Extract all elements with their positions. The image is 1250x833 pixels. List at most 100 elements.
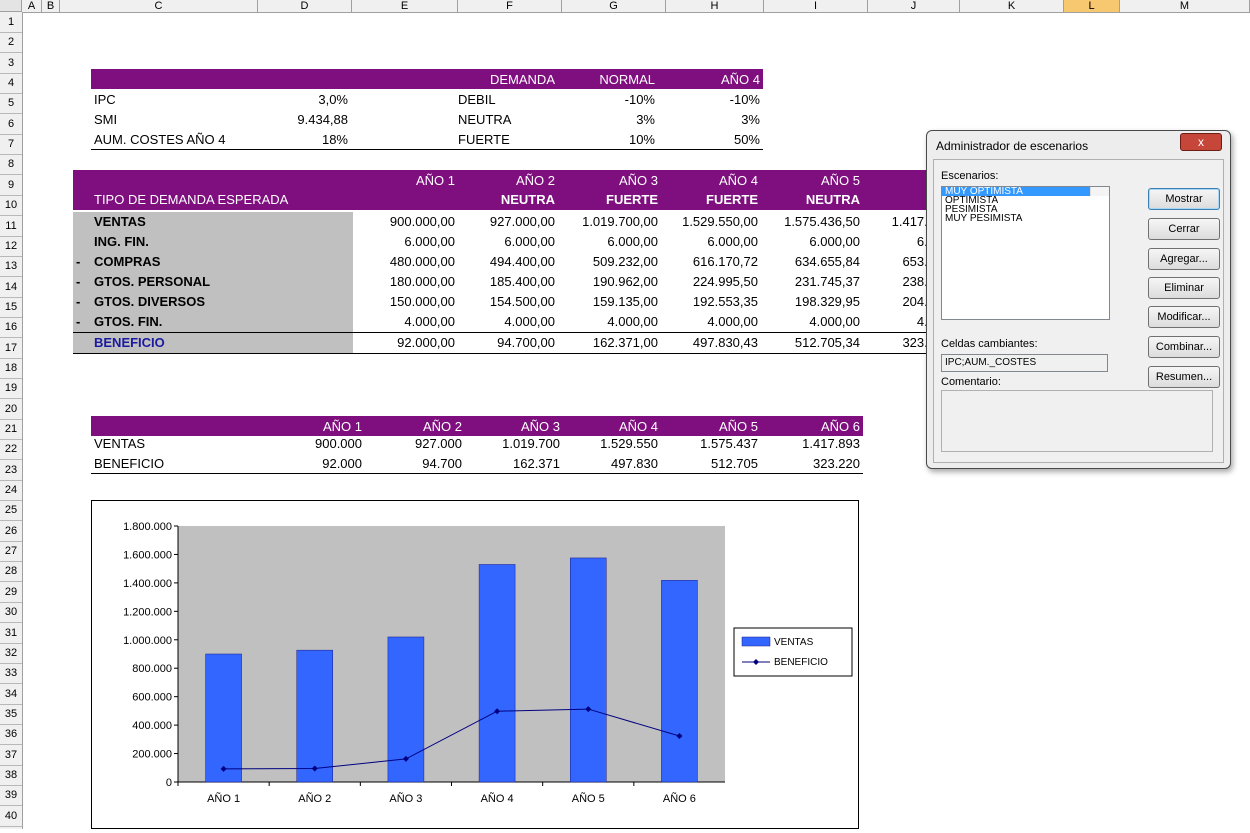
column-header[interactable]: E xyxy=(352,0,458,12)
row-header[interactable]: 37 xyxy=(0,745,22,766)
row-header[interactable]: 24 xyxy=(0,480,22,501)
row-header[interactable]: 34 xyxy=(0,684,22,705)
value-cell[interactable]: 6.0 xyxy=(835,232,935,251)
row-header[interactable]: 27 xyxy=(0,541,22,562)
summary-value[interactable]: 900.000 xyxy=(272,434,362,453)
scenario-item[interactable]: MUY PESIMISTA xyxy=(942,214,1109,224)
row-header[interactable]: 17 xyxy=(0,338,22,359)
normal-value[interactable]: -10% xyxy=(560,90,655,109)
row-header[interactable]: 7 xyxy=(0,134,22,155)
ano4-value[interactable]: 3% xyxy=(660,110,760,129)
value-cell[interactable]: 927.000,00 xyxy=(455,212,555,231)
column-header[interactable]: A xyxy=(22,0,42,12)
scenarios-listbox[interactable]: MUY OPTIMISTA OPTIMISTA PESIMISTA MUY PE… xyxy=(941,186,1110,320)
row-header[interactable]: 14 xyxy=(0,277,22,298)
value-cell[interactable]: 154.500,00 xyxy=(455,292,555,311)
row-header[interactable]: 2 xyxy=(0,32,22,53)
value-cell[interactable]: 4.000,00 xyxy=(355,312,455,331)
value-cell[interactable]: 190.962,00 xyxy=(558,272,658,291)
normal-value[interactable]: 10% xyxy=(560,130,655,149)
value-cell[interactable]: 159.135,00 xyxy=(558,292,658,311)
row-header[interactable]: 23 xyxy=(0,460,22,481)
delete-button[interactable]: Eliminar xyxy=(1148,277,1220,299)
column-header[interactable]: H xyxy=(666,0,764,12)
value-cell[interactable]: 6.000,00 xyxy=(455,232,555,251)
value-cell[interactable]: 4.0 xyxy=(835,312,935,331)
total-value[interactable]: 497.830,43 xyxy=(658,333,758,352)
value-cell[interactable]: 150.000,00 xyxy=(355,292,455,311)
row-header[interactable]: 20 xyxy=(0,399,22,420)
row-header[interactable]: 21 xyxy=(0,419,22,440)
total-value[interactable]: 162.371,00 xyxy=(558,333,658,352)
row-header[interactable]: 4 xyxy=(0,73,22,94)
value-cell[interactable]: 616.170,72 xyxy=(658,252,758,271)
summary-value[interactable]: 497.830 xyxy=(568,454,658,473)
row-header[interactable]: 26 xyxy=(0,521,22,542)
total-value[interactable]: 92.000,00 xyxy=(355,333,455,352)
row-header[interactable]: 33 xyxy=(0,663,22,684)
row-header[interactable]: 5 xyxy=(0,93,22,114)
row-header[interactable]: 8 xyxy=(0,154,22,175)
column-header[interactable]: I xyxy=(764,0,868,12)
value-cell[interactable]: 900.000,00 xyxy=(355,212,455,231)
row-header[interactable]: 16 xyxy=(0,317,22,338)
row-header[interactable]: 29 xyxy=(0,582,22,603)
row-header[interactable]: 35 xyxy=(0,704,22,725)
merge-button[interactable]: Combinar... xyxy=(1148,336,1220,358)
summary-value[interactable]: 162.371 xyxy=(470,454,560,473)
row-header[interactable]: 22 xyxy=(0,439,22,460)
listbox-scrollbar[interactable] xyxy=(1090,187,1109,196)
summary-value[interactable]: 94.700 xyxy=(372,454,462,473)
column-header[interactable]: M xyxy=(1120,0,1250,12)
show-button[interactable]: Mostrar xyxy=(1148,188,1220,210)
row-header[interactable]: 3 xyxy=(0,53,22,74)
summary-button[interactable]: Resumen... xyxy=(1148,366,1220,388)
summary-value[interactable]: 1.417.893 xyxy=(770,434,860,453)
value-cell[interactable]: 1.417.8 xyxy=(835,212,935,231)
row-header[interactable]: 36 xyxy=(0,724,22,745)
value-cell[interactable]: 238.6 xyxy=(835,272,935,291)
column-header[interactable]: G xyxy=(562,0,666,12)
column-header[interactable]: J xyxy=(868,0,960,12)
ano4-value[interactable]: 50% xyxy=(660,130,760,149)
column-header[interactable]: C xyxy=(60,0,258,12)
value-cell[interactable]: 180.000,00 xyxy=(355,272,455,291)
column-header[interactable]: K xyxy=(960,0,1064,12)
row-header[interactable]: 10 xyxy=(0,195,22,216)
summary-value[interactable]: 323.220 xyxy=(770,454,860,473)
value-cell[interactable]: 4.000,00 xyxy=(658,312,758,331)
summary-value[interactable]: 1.575.437 xyxy=(668,434,758,453)
ano4-value[interactable]: -10% xyxy=(660,90,760,109)
edit-button[interactable]: Modificar... xyxy=(1148,306,1220,328)
row-header[interactable]: 38 xyxy=(0,765,22,786)
row-header[interactable]: 1 xyxy=(0,12,22,33)
param-value[interactable]: 3,0% xyxy=(250,90,348,109)
row-header[interactable]: 18 xyxy=(0,358,22,379)
row-header[interactable]: 11 xyxy=(0,216,22,237)
row-header[interactable]: 6 xyxy=(0,114,22,135)
row-header[interactable]: 39 xyxy=(0,785,22,806)
value-cell[interactable]: 1.019.700,00 xyxy=(558,212,658,231)
column-header[interactable]: B xyxy=(42,0,60,12)
row-header[interactable]: 9 xyxy=(0,175,22,196)
total-value[interactable]: 94.700,00 xyxy=(455,333,555,352)
value-cell[interactable]: 480.000,00 xyxy=(355,252,455,271)
summary-value[interactable]: 927.000 xyxy=(372,434,462,453)
row-header[interactable]: 15 xyxy=(0,297,22,318)
normal-value[interactable]: 3% xyxy=(560,110,655,129)
row-header[interactable]: 12 xyxy=(0,236,22,257)
row-header[interactable]: 30 xyxy=(0,602,22,623)
column-header[interactable]: D xyxy=(258,0,352,12)
value-cell[interactable]: 192.553,35 xyxy=(658,292,758,311)
row-header[interactable]: 31 xyxy=(0,623,22,644)
close-icon[interactable]: x xyxy=(1180,133,1222,151)
row-header[interactable]: 40 xyxy=(0,806,22,827)
column-header[interactable]: L xyxy=(1064,0,1120,12)
value-cell[interactable]: 6.000,00 xyxy=(355,232,455,251)
value-cell[interactable]: 6.000,00 xyxy=(658,232,758,251)
chart-container[interactable]: 0 200.000 400.000 600.000 800.000 1.000.000 1.… xyxy=(91,500,859,829)
row-header[interactable]: 32 xyxy=(0,643,22,664)
value-cell[interactable]: 653.6 xyxy=(835,252,935,271)
summary-value[interactable]: 1.529.550 xyxy=(568,434,658,453)
summary-value[interactable]: 1.019.700 xyxy=(470,434,560,453)
